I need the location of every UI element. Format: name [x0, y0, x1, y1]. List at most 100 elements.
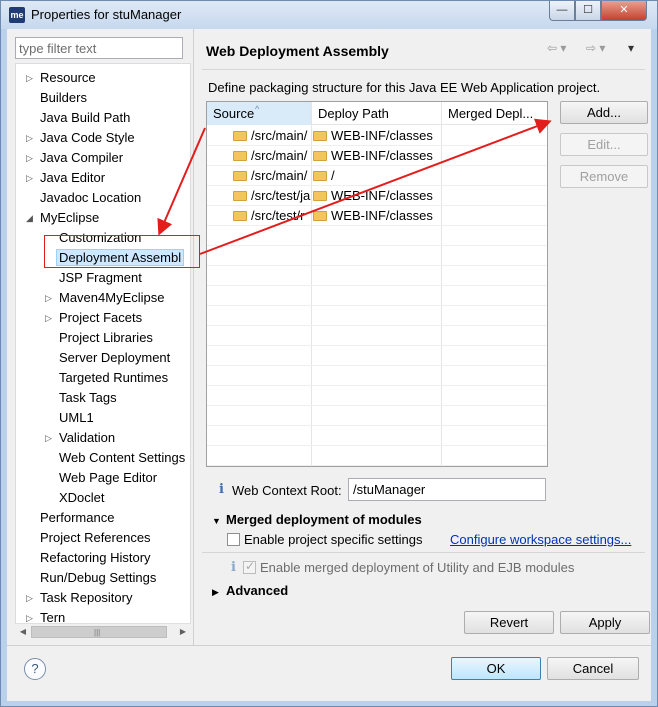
tree-item[interactable]: ▷ Validation — [45, 428, 115, 448]
tree-item-label: Run/Debug Settings — [40, 570, 157, 585]
edit-button[interactable]: Edit... — [560, 133, 648, 156]
tree-item[interactable]: Builders — [40, 88, 87, 108]
scroll-left-icon[interactable]: ◀ — [15, 624, 31, 640]
tree-item[interactable]: Project Libraries — [59, 328, 153, 348]
tree-item[interactable]: ◢ MyEclipse — [26, 208, 100, 228]
info-icon: i — [231, 560, 236, 575]
tree-item[interactable]: Task Tags — [59, 388, 117, 408]
nav-forward-icon[interactable]: ⇨ ▾ — [586, 41, 605, 55]
scroll-right-icon[interactable]: ▶ — [175, 624, 191, 640]
info-icon: i — [219, 482, 224, 497]
tree-item[interactable]: XDoclet — [59, 488, 105, 508]
folder-icon — [233, 131, 247, 141]
tree-item-label: UML1 — [59, 410, 94, 425]
tree-item[interactable]: Performance — [40, 508, 114, 528]
tree-item[interactable]: Java Build Path — [40, 108, 130, 128]
minimize-button[interactable]: — — [549, 1, 575, 21]
tree-item[interactable]: Refactoring History — [40, 548, 151, 568]
revert-button[interactable]: Revert — [464, 611, 554, 634]
tree-item-label: Web Content Settings — [59, 450, 186, 465]
tree-item-label: JSP Fragment — [59, 270, 142, 285]
help-icon[interactable]: ? — [24, 658, 46, 680]
collapsed-twisty-icon[interactable]: ▷ — [26, 168, 36, 188]
table-row[interactable]: /src/main/WEB-INF/classes — [207, 146, 547, 166]
tree-item-label: Java Editor — [40, 170, 106, 185]
folder-icon — [313, 211, 327, 221]
table-row[interactable]: /src/main/WEB-INF/classes — [207, 126, 547, 146]
collapsed-twisty-icon[interactable]: ▷ — [45, 288, 55, 308]
deploy-path-cell: WEB-INF/classes — [313, 126, 441, 146]
table-row[interactable]: /src/main// — [207, 166, 547, 186]
tree-item[interactable]: ▷ Java Editor — [26, 168, 106, 188]
expanded-triangle-icon: ▼ — [212, 516, 221, 526]
tree-item[interactable]: Server Deployment — [59, 348, 170, 368]
tree-item[interactable]: Run/Debug Settings — [40, 568, 156, 588]
collapsed-twisty-icon[interactable]: ▷ — [45, 428, 55, 448]
tree-item[interactable]: UML1 — [59, 408, 94, 428]
scroll-grip-icon: ||| — [94, 628, 101, 637]
tree-item[interactable]: ▷ Project Facets — [45, 308, 142, 328]
enable-merged-checkbox[interactable]: ✓ — [243, 559, 256, 574]
preference-tree[interactable]: ▷ Resource Builders Java Build Path ▷ Java Co… — [15, 63, 191, 635]
expanded-twisty-icon[interactable]: ◢ — [26, 208, 36, 228]
configure-workspace-link[interactable]: Configure workspace settings... — [450, 532, 631, 547]
tree-item[interactable]: Project References — [40, 528, 151, 548]
collapsed-twisty-icon[interactable]: ▷ — [45, 308, 55, 328]
table-row[interactable]: /src/test/r WEB-INF/classes — [207, 206, 547, 226]
filter-input[interactable] — [15, 37, 183, 59]
table-row[interactable]: /src/test/ja WEB-INF/classes — [207, 186, 547, 206]
folder-icon — [233, 171, 247, 181]
column-header-deploy-path[interactable]: Deploy Path — [312, 102, 442, 125]
deployment-table[interactable]: Source ^ Deploy Path Merged Depl... /src… — [206, 101, 548, 467]
tree-horizontal-scrollbar[interactable]: ◀ ||| ▶ — [15, 623, 191, 640]
annotation-highlight-box — [44, 235, 200, 268]
deploy-path-cell: WEB-INF/classes — [313, 186, 441, 206]
tree-item-label: Java Build Path — [40, 110, 131, 125]
title-bar[interactable]: me Properties for stuManager — ☐ ✕ — [1, 1, 657, 29]
tree-item[interactable]: ▷ Task Repository — [26, 588, 133, 608]
tree-item[interactable]: JSP Fragment — [59, 268, 142, 288]
enable-merged-label: Enable merged deployment of Utility and … — [260, 560, 575, 575]
project-specific-checkbox[interactable] — [227, 533, 240, 546]
tree-item[interactable]: Targeted Runtimes — [59, 368, 168, 388]
add-button[interactable]: Add... — [560, 101, 648, 124]
tree-item[interactable]: Web Content Settings — [59, 448, 185, 468]
tree-item-label: Resource — [40, 70, 96, 85]
ok-button[interactable]: OK — [451, 657, 541, 680]
tree-item[interactable]: ▷ Java Code Style — [26, 128, 135, 148]
apply-button[interactable]: Apply — [560, 611, 650, 634]
cancel-button[interactable]: Cancel — [547, 657, 639, 680]
scroll-thumb[interactable]: ||| — [31, 626, 167, 638]
tree-item-label: Performance — [40, 510, 115, 525]
tree-item-label: Task Repository — [40, 590, 133, 605]
empty-table-row — [207, 266, 547, 286]
tree-item[interactable]: Web Page Editor — [59, 468, 157, 488]
column-header-merged-deployment[interactable]: Merged Depl... — [442, 102, 547, 125]
remove-button[interactable]: Remove — [560, 165, 648, 188]
nav-back-icon[interactable]: ⇦ ▾ — [547, 41, 566, 55]
merged-deployment-section-header[interactable]: ▼ Merged deployment of modules — [212, 512, 422, 527]
collapsed-twisty-icon[interactable]: ▷ — [26, 128, 36, 148]
tree-item[interactable]: ▷ Resource — [26, 68, 96, 88]
tree-item[interactable]: ▷ Java Compiler — [26, 148, 124, 168]
close-button[interactable]: ✕ — [601, 1, 647, 21]
tree-item[interactable]: ▷ Maven4MyEclipse — [45, 288, 165, 308]
collapsed-twisty-icon[interactable]: ▷ — [26, 68, 36, 88]
tree-item[interactable]: Javadoc Location — [40, 188, 141, 208]
column-header-source[interactable]: Source ^ — [207, 102, 312, 125]
advanced-section-header[interactable]: ▶ Advanced — [212, 583, 288, 598]
tree-item-label: Java Compiler — [40, 150, 124, 165]
folder-icon — [233, 211, 247, 221]
tree-item-label: MyEclipse — [40, 210, 100, 225]
empty-table-row — [207, 286, 547, 306]
source-cell: /src/test/ja — [233, 186, 311, 206]
source-cell: /src/main/ — [233, 126, 311, 146]
source-cell: /src/main/ — [233, 166, 311, 186]
collapsed-twisty-icon[interactable]: ▷ — [26, 148, 36, 168]
maximize-button[interactable]: ☐ — [575, 1, 601, 21]
collapsed-twisty-icon[interactable]: ▷ — [26, 588, 36, 608]
window-title: Properties for stuManager — [31, 7, 182, 22]
empty-table-row — [207, 406, 547, 426]
view-menu-icon[interactable]: ▾ — [628, 41, 634, 55]
web-context-root-input[interactable] — [348, 478, 546, 501]
